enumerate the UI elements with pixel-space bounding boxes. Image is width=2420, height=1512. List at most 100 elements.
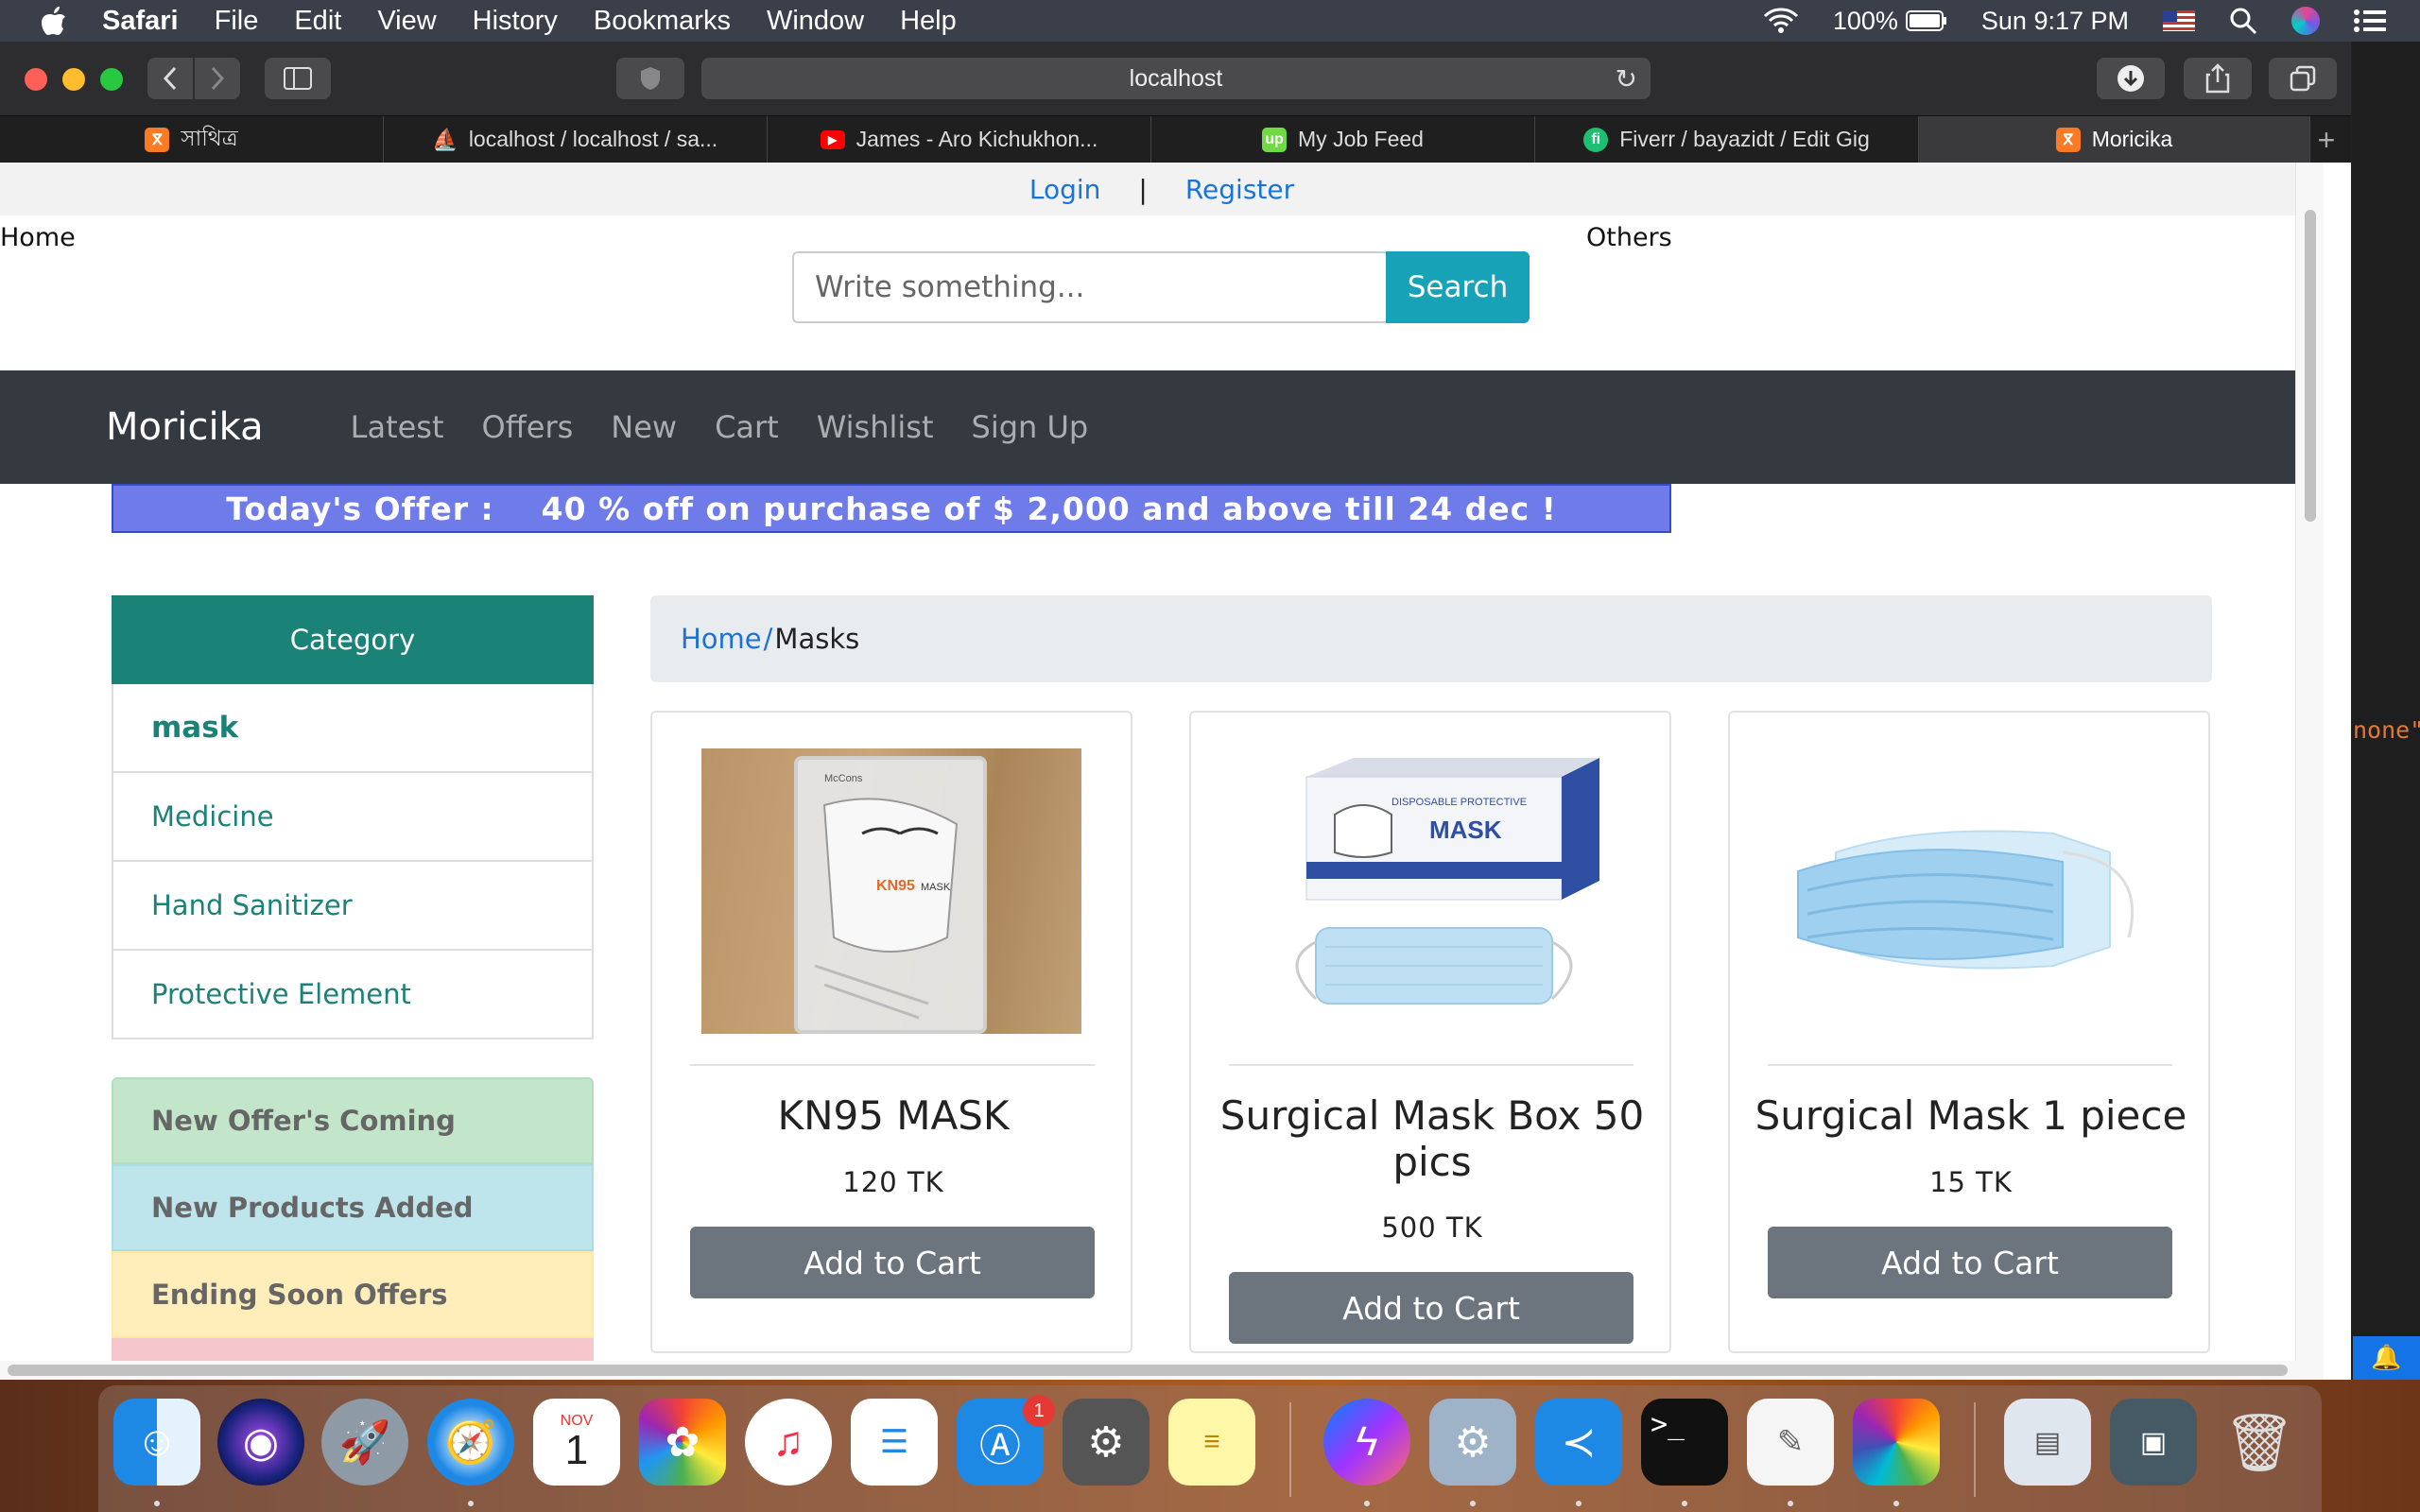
wifi-icon[interactable] <box>1763 7 1799 35</box>
nav-latest[interactable]: Latest <box>351 409 444 445</box>
nav-signup[interactable]: Sign Up <box>972 409 1089 445</box>
new-tab-button[interactable]: + <box>2302 116 2351 163</box>
share-button[interactable] <box>2184 58 2252 99</box>
tab-label: My Job Feed <box>1298 127 1424 151</box>
nav-new[interactable]: New <box>611 409 677 445</box>
category-item-medicine[interactable]: Medicine <box>112 773 594 862</box>
nav-offers[interactable]: Offers <box>482 409 574 445</box>
trash-icon[interactable]: 🗑 <box>2216 1399 2303 1486</box>
tab-youtube[interactable]: ▶ James - Aro Kichukhon... <box>768 116 1151 163</box>
background-editor-window[interactable]: none" 🔔 <box>2353 42 2420 1380</box>
add-to-cart-button[interactable]: Add to Cart <box>690 1227 1095 1298</box>
menu-edit[interactable]: Edit <box>294 6 341 37</box>
xampp-icon: ⴳ <box>2055 127 2081 152</box>
breadcrumb-home[interactable]: Home <box>681 623 762 655</box>
music-icon[interactable]: ♫ <box>745 1399 832 1486</box>
menu-file[interactable]: File <box>215 6 259 37</box>
register-link[interactable]: Register <box>1185 174 1294 205</box>
notes-icon[interactable]: ≡ <box>1168 1399 1255 1486</box>
vscode-icon[interactable]: ≺ <box>1535 1399 1622 1486</box>
terminal-icon[interactable]: >_ <box>1641 1399 1728 1486</box>
notice-new-products[interactable]: New Products Added <box>112 1164 594 1251</box>
tab-fiverr[interactable]: fi Fiverr / bayazidt / Edit Gig <box>1535 116 1919 163</box>
scrollbar-thumb[interactable] <box>2305 210 2316 522</box>
menu-bookmarks[interactable]: Bookmarks <box>594 6 731 37</box>
finder-icon[interactable]: ☺ <box>113 1399 200 1486</box>
us-flag-input-icon[interactable] <box>2163 10 2195 31</box>
siri-icon[interactable] <box>2291 7 2320 35</box>
battery-icon[interactable] <box>1905 9 1947 32</box>
product-name[interactable]: Surgical Mask Box 50 pics <box>1210 1092 1654 1185</box>
share-icon <box>2205 63 2230 94</box>
downloads-button[interactable] <box>2097 58 2165 99</box>
reminders-icon[interactable]: ☰ <box>851 1399 938 1486</box>
product-card: KN95 MASK McCons KN95 MASK 120 TK Add to… <box>650 711 1132 1353</box>
menu-help[interactable]: Help <box>900 6 957 37</box>
scrollbar-thumb[interactable] <box>8 1365 2288 1376</box>
calendar-icon[interactable]: NOV 1 <box>533 1399 620 1486</box>
forward-button[interactable] <box>195 58 240 99</box>
search-button[interactable]: Search <box>1386 251 1530 323</box>
menu-safari[interactable]: Safari <box>102 6 179 37</box>
system-utility-icon[interactable]: ⚙ <box>1429 1399 1516 1486</box>
notice-new-offers[interactable]: New Offer's Coming <box>112 1077 594 1164</box>
downloads-stack-icon[interactable]: ▤ <box>2004 1399 2091 1486</box>
photos-icon[interactable]: ✿ <box>639 1399 726 1486</box>
close-window-button[interactable] <box>25 68 47 91</box>
horizontal-scrollbar[interactable] <box>0 1361 2324 1380</box>
address-bar[interactable]: localhost ↻ <box>701 58 1651 99</box>
running-indicator <box>154 1501 160 1506</box>
screenshots-stack-icon[interactable]: ▣ <box>2110 1399 2197 1486</box>
search-input[interactable] <box>792 251 1386 323</box>
top-home-link[interactable]: Home <box>0 223 76 252</box>
zoom-window-button[interactable] <box>100 68 123 91</box>
menu-history[interactable]: History <box>473 6 558 37</box>
notice-ending-soon[interactable]: Ending Soon Offers <box>112 1251 594 1338</box>
safari-icon[interactable]: 🧭 <box>427 1399 514 1486</box>
tab-overview-button[interactable] <box>2269 58 2337 99</box>
web-page: Login | Register Home Others Search Mori… <box>0 163 2324 1380</box>
vertical-scrollbar[interactable] <box>2295 163 2324 1380</box>
surgical-mask-piece-image[interactable] <box>1779 748 2159 1034</box>
category-item-mask[interactable]: mask <box>112 684 594 773</box>
login-link[interactable]: Login <box>1029 174 1101 205</box>
dock-separator <box>1289 1402 1291 1497</box>
search-form: Search <box>792 251 1530 323</box>
color-picker-icon[interactable] <box>1853 1399 1940 1486</box>
tab-xampp[interactable]: ⴳ সাথিত্র <box>0 116 384 163</box>
brand-logo[interactable]: Moricika <box>106 405 264 449</box>
textedit-icon[interactable]: ✎ <box>1747 1399 1834 1486</box>
launchpad-icon[interactable]: 🚀 <box>321 1399 408 1486</box>
category-item-protective-element[interactable]: Protective Element <box>112 951 594 1040</box>
sidebar-toggle-button[interactable] <box>265 58 331 99</box>
reload-icon[interactable]: ↻ <box>1616 63 1637 94</box>
product-name[interactable]: KN95 MASK <box>671 1092 1115 1139</box>
offer-banner: Today's Offer : 40 % off on purchase of … <box>112 484 1671 533</box>
tab-upwork[interactable]: up My Job Feed <box>1151 116 1535 163</box>
apple-logo-icon[interactable] <box>40 5 68 37</box>
menu-view[interactable]: View <box>377 6 436 37</box>
spotlight-search-icon[interactable] <box>2229 7 2257 35</box>
system-preferences-icon[interactable]: ⚙ <box>1063 1399 1150 1486</box>
minimize-window-button[interactable] <box>62 68 85 91</box>
back-button[interactable] <box>147 58 193 99</box>
app-store-badge: 1 <box>1023 1395 1055 1427</box>
notification-button[interactable]: 🔔 <box>2353 1336 2420 1380</box>
privacy-report-button[interactable] <box>616 58 684 99</box>
tab-phpmyadmin[interactable]: ⛵ localhost / localhost / sa... <box>384 116 768 163</box>
menu-window[interactable]: Window <box>767 6 864 37</box>
nav-wishlist[interactable]: Wishlist <box>817 409 934 445</box>
siri-icon[interactable]: ◉ <box>217 1399 304 1486</box>
add-to-cart-button[interactable]: Add to Cart <box>1229 1272 1634 1344</box>
product-name[interactable]: Surgical Mask 1 piece <box>1749 1092 2193 1139</box>
messenger-icon[interactable]: ϟ <box>1323 1399 1410 1486</box>
nav-cart[interactable]: Cart <box>715 409 779 445</box>
tab-moricika[interactable]: ⴳ Moricika <box>1919 116 2310 163</box>
notification-center-icon[interactable] <box>2354 9 2386 33</box>
clock[interactable]: Sun 9:17 PM <box>1981 7 2129 36</box>
top-others-link[interactable]: Others <box>1586 223 1672 252</box>
add-to-cart-button[interactable]: Add to Cart <box>1768 1227 2172 1298</box>
surgical-mask-box-image[interactable]: MASK DISPOSABLE PROTECTIVE <box>1240 748 1620 1034</box>
category-item-hand-sanitizer[interactable]: Hand Sanitizer <box>112 862 594 951</box>
kn95-mask-image[interactable]: KN95 MASK McCons <box>701 748 1081 1034</box>
